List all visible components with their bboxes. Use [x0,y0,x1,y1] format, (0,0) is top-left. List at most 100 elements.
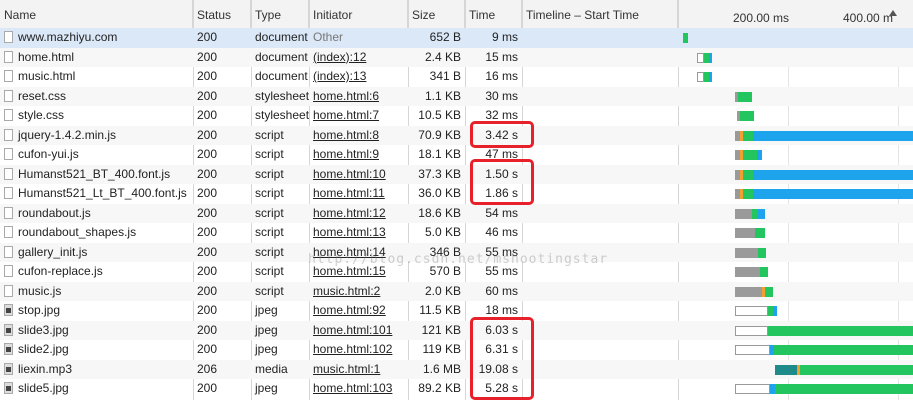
request-name: Humanst521_Lt_BT_400.font.js [18,186,187,200]
timeline-segment [757,150,762,160]
table-row[interactable]: cufon-yui.js 200 script home.html:9 18.1 KB 4… [0,145,913,165]
sort-ascending-icon[interactable] [889,10,897,16]
request-name: roundabout_shapes.js [18,225,137,239]
request-initiator[interactable]: (index):13 [309,67,408,87]
request-name: style.css [18,108,65,122]
request-type: script [255,225,284,239]
request-initiator[interactable]: (index):12 [309,48,408,68]
timeline-segment [753,130,913,141]
table-row[interactable]: slide3.jpg 200 jpeg home.html:101 121 KB 6.03… [0,320,913,341]
table-row[interactable]: home.html 200 document (index):12 2.4 KB 15 m… [0,47,913,68]
timeline-segment [683,33,688,43]
column-header-timeline[interactable]: Timeline – Start Time [522,0,678,28]
request-size: 341 B [429,69,461,83]
table-row[interactable]: reset.css 200 stylesheet home.html:6 1.1 KB 3… [0,86,913,107]
request-initiator[interactable]: home.html:102 [309,340,408,360]
request-type: media [255,361,288,376]
request-time: 15 ms [485,49,518,64]
timeline-segment [773,306,777,316]
timeline-segment [735,208,752,219]
timeline-segment [775,364,797,375]
timeline-tick-200ms: 200.00 ms [733,11,790,25]
timeline-segment [735,325,768,336]
timeline-tick-400ms: 400.00 m [843,11,894,25]
request-type: script [255,264,284,278]
column-header-type[interactable]: Type [251,0,309,28]
column-header-status[interactable]: Status [193,0,251,28]
request-time: 9 ms [491,30,518,44]
column-header-size[interactable]: Size [408,0,465,28]
request-time: 46 ms [485,225,518,239]
request-status: 200 [197,322,218,337]
request-initiator[interactable]: home.html:12 [309,204,408,224]
request-name: cufon-yui.js [18,147,79,161]
table-row[interactable]: slide2.jpg 200 jpeg home.html:102 119 KB 6.31… [0,340,913,360]
request-name: reset.css [18,88,67,103]
timeline-segment [755,228,765,238]
column-header-initiator[interactable]: Initiator [309,0,408,28]
request-name: music.html [18,69,76,83]
request-initiator[interactable]: home.html:10 [309,165,408,185]
request-name: gallery_init.js [18,244,88,259]
request-type: jpeg [255,342,278,356]
table-row[interactable]: Humanst521_Lt_BT_400.font.js 200 script hom… [0,184,913,204]
timeline-segment [758,247,766,258]
request-type: script [255,283,284,298]
request-initiator[interactable]: home.html:9 [309,145,408,165]
request-initiator[interactable]: home.html:11 [309,184,408,204]
timeline-segment [743,169,753,180]
request-initiator[interactable]: home.html:6 [309,87,408,107]
request-initiator[interactable]: home.html:13 [309,223,408,243]
table-row[interactable]: liexin.mp3 206 media music.html:1 1.6 MB 19.0… [0,359,913,380]
table-row[interactable]: roundabout_shapes.js 200 script home.html:1… [0,223,913,243]
request-status: 200 [197,225,218,239]
timeline-segment [758,208,765,219]
timeline-segment [735,306,768,316]
timeline-segment [775,384,913,394]
request-name: jquery-1.4.2.min.js [18,127,117,142]
timeline-segment [753,169,913,180]
table-row[interactable]: music.html 200 document (index):13 341 B 16 m… [0,67,913,87]
highlight-box-font-times [470,159,534,205]
request-status: 200 [197,30,218,44]
request-initiator[interactable]: home.html:7 [309,106,408,126]
request-size: 37.3 KB [418,166,461,181]
request-initiator[interactable]: music.html:1 [309,360,408,380]
request-initiator[interactable]: home.html:8 [309,126,408,146]
request-status: 200 [197,303,218,317]
table-row[interactable]: www.mazhiyu.com 200 document Other 652 B 9 ms [0,28,913,48]
timeline-segment [743,150,757,160]
request-type: script [255,166,284,181]
table-row[interactable]: stop.jpg 200 jpeg home.html:92 11.5 KB 18 ms [0,301,913,321]
timeline-segment [738,91,752,102]
request-initiator[interactable]: music.html:2 [309,282,408,302]
column-header-time[interactable]: Time [465,0,522,28]
table-row[interactable]: slide5.jpg 200 jpeg home.html:103 89.2 KB 5.2… [0,379,913,399]
table-header: Name Status Type Initiator Size Time Tim… [0,0,913,29]
request-name: slide2.jpg [18,342,69,356]
request-initiator[interactable]: home.html:103 [309,379,408,399]
request-type: stylesheet [255,108,309,122]
table-row[interactable]: music.js 200 script music.html:2 2.0 KB 60 ms [0,281,913,302]
request-size: 18.1 KB [418,147,461,161]
timeline-segment [697,72,704,82]
table-row[interactable]: roundabout.js 200 script home.html:12 18.6 K… [0,203,913,224]
request-size: 2.0 KB [424,283,461,298]
request-initiator[interactable]: home.html:92 [309,301,408,321]
request-status: 200 [197,186,218,200]
column-header-name[interactable]: Name [0,0,193,28]
request-type: script [255,127,284,142]
highlight-box-media-times [470,317,534,400]
request-status: 200 [197,381,218,395]
request-name: roundabout.js [18,205,91,220]
request-size: 1.6 MB [422,361,461,376]
request-type: document [255,30,308,44]
table-row[interactable]: style.css 200 stylesheet home.html:7 10.5 KB… [0,106,913,126]
watermark: http://blog.csdn.net/mshootingstar [308,252,609,267]
table-row[interactable]: jquery-1.4.2.min.js 200 script home.html:8 7… [0,125,913,146]
table-row[interactable]: Humanst521_BT_400.font.js 200 script home.h… [0,164,913,185]
timeline-segment [697,52,704,63]
timeline-segment [760,267,768,277]
request-initiator[interactable]: home.html:101 [309,321,408,341]
timeline-segment [774,345,913,355]
